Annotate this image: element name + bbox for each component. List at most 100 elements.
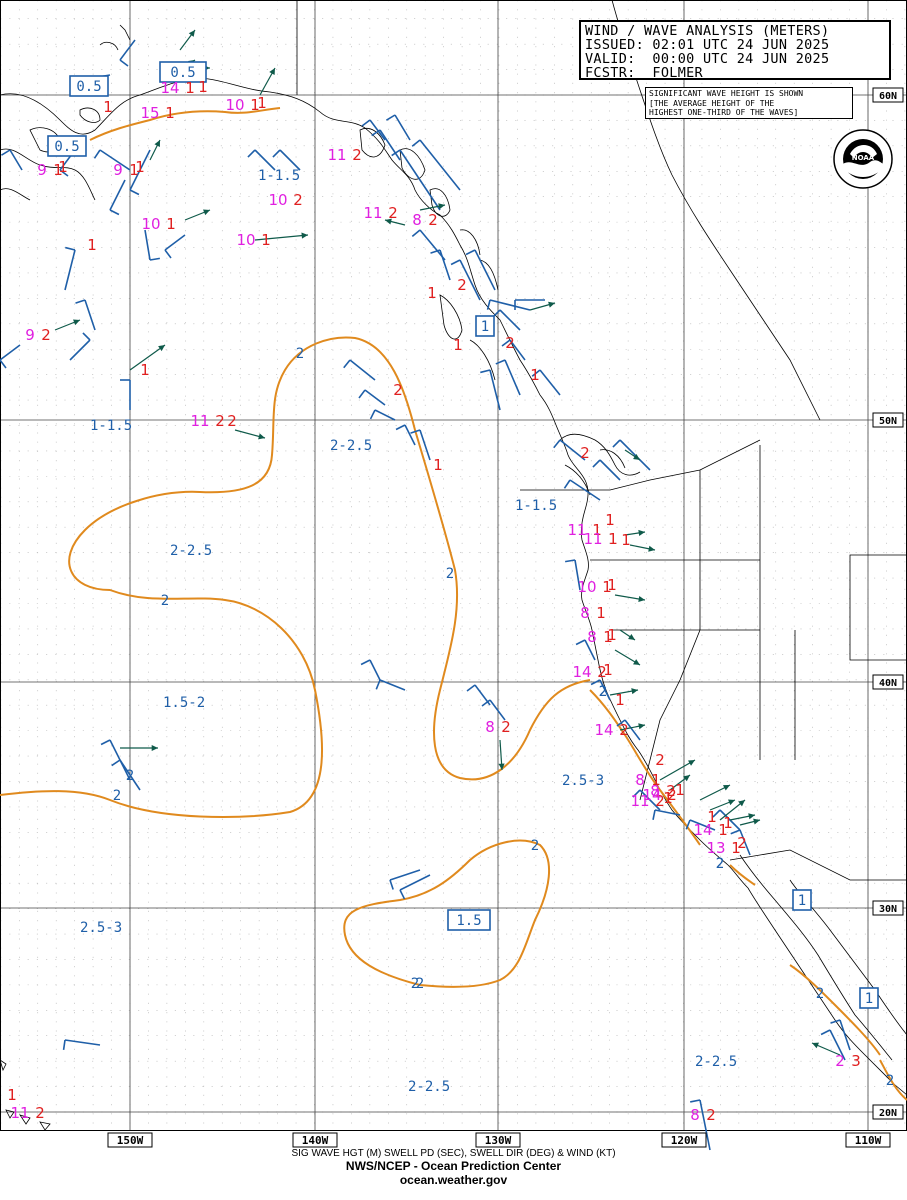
wave-height: 2 bbox=[393, 381, 403, 399]
lon-label-140W: 140W bbox=[292, 1132, 338, 1148]
issued-time: ISSUED: 02:01 UTC 24 JUN 2025 bbox=[585, 37, 830, 53]
swell-height: 2 bbox=[428, 211, 438, 229]
swell-period: 10 bbox=[236, 231, 255, 249]
wave-height: 1 bbox=[198, 78, 208, 96]
range-label-r9: 2-2.5 bbox=[695, 1054, 737, 1070]
contour-value: 2 bbox=[296, 346, 304, 362]
wind-barb bbox=[343, 359, 376, 381]
range-label-r5: 1-1.5 bbox=[515, 498, 557, 514]
swell-height: 2 bbox=[352, 146, 362, 164]
swell-arrow bbox=[179, 29, 196, 51]
swell-arrow bbox=[629, 544, 656, 552]
contour-value: 2 bbox=[531, 838, 539, 854]
swell-period: 10 bbox=[141, 215, 160, 233]
svg-text:150W: 150W bbox=[117, 1134, 144, 1147]
wave-height: 1 bbox=[723, 814, 733, 832]
range-label-r4: 2-2.5 bbox=[170, 543, 212, 559]
header-box: WIND / WAVE ANALYSIS (METERS) ISSUED: 02… bbox=[579, 20, 891, 80]
svg-text:30N: 30N bbox=[879, 904, 897, 915]
swell-arrow bbox=[234, 429, 266, 440]
lon-label-120W: 120W bbox=[661, 1132, 707, 1148]
footer: SIG WAVE HGT (M) SWELL PD (SEC), SWELL D… bbox=[0, 1148, 907, 1187]
wind-barb bbox=[75, 299, 96, 331]
swell-height: 1 bbox=[596, 604, 606, 622]
footer-legend: SIG WAVE HGT (M) SWELL PD (SEC), SWELL D… bbox=[291, 1148, 616, 1159]
swell-period: 11 bbox=[363, 204, 382, 222]
wave-height: 1 bbox=[427, 284, 437, 302]
chart-page: 0.5 0.5 0.5 1 1.5 1 1 1-1.5 1-1.5 2-2.5 2-2.5 1-1.5… bbox=[0, 0, 907, 1200]
wave-height: 1 bbox=[607, 576, 617, 594]
swell-period: 14 bbox=[160, 79, 179, 97]
wave-height: 2 bbox=[227, 412, 237, 430]
wave-height: 2 bbox=[505, 334, 515, 352]
wind-barb bbox=[119, 39, 136, 67]
svg-text:1: 1 bbox=[798, 893, 806, 909]
boxed-height-box-1-baja: 1 bbox=[792, 889, 812, 911]
wind-barb bbox=[492, 309, 521, 331]
wind-barb bbox=[369, 409, 396, 421]
svg-text:40N: 40N bbox=[879, 678, 897, 689]
wind-barb bbox=[592, 459, 621, 481]
wind-barb bbox=[360, 659, 381, 681]
wind-barb bbox=[64, 246, 76, 291]
swell-arrow bbox=[184, 209, 211, 221]
wave-height: 1 bbox=[140, 361, 150, 379]
swell-height: 2 bbox=[35, 1104, 45, 1122]
swell-period: 14 bbox=[594, 721, 613, 739]
wave-height: 1 bbox=[707, 808, 717, 826]
contour-value: 2 bbox=[161, 593, 169, 609]
lon-label-110W: 110W bbox=[845, 1132, 891, 1148]
swell-arrow bbox=[739, 818, 761, 826]
lat-label-40N: 40N bbox=[872, 674, 904, 690]
contour-value: 2 bbox=[816, 986, 824, 1002]
wave-height-note: SIGNIFICANT WAVE HEIGHT IS SHOWN [THE AV… bbox=[645, 87, 853, 119]
boxed-height-box-1-bc: 1 bbox=[475, 315, 495, 337]
noaa-logo-text: NOAA bbox=[852, 154, 875, 162]
boxed-height-box-1.5: 1.5 bbox=[447, 909, 491, 931]
svg-text:140W: 140W bbox=[302, 1134, 329, 1147]
wind-barb bbox=[481, 699, 506, 721]
swell-period: 9 bbox=[37, 161, 47, 179]
swell-height: 2 bbox=[501, 718, 511, 736]
contour-value: 2 bbox=[446, 566, 454, 582]
swell-arrow bbox=[149, 139, 161, 161]
swell-arrow bbox=[614, 649, 641, 666]
wave-height: 1 bbox=[58, 158, 68, 176]
swell-arrow bbox=[529, 301, 556, 311]
swell-height: 1 bbox=[165, 104, 175, 122]
svg-text:0.5: 0.5 bbox=[76, 79, 101, 95]
swell-height: 1 bbox=[261, 231, 271, 249]
swell-arrow bbox=[120, 744, 158, 752]
noaa-logo-icon: NOAA bbox=[833, 129, 893, 189]
swell-arrow bbox=[54, 319, 81, 331]
wind-barb bbox=[93, 149, 131, 171]
wave-height: 1 bbox=[257, 94, 267, 112]
wave-contours bbox=[0, 107, 907, 1101]
swell-period: 9 bbox=[113, 161, 123, 179]
wave-height: 1 bbox=[603, 661, 613, 679]
wind-barb bbox=[120, 379, 131, 410]
swell-height: 3 bbox=[851, 1052, 861, 1070]
wind-barb bbox=[389, 869, 421, 890]
note-line-3: HIGHEST ONE-THIRD OF THE WAVES] bbox=[649, 108, 799, 117]
wind-barb bbox=[399, 874, 431, 900]
wave-height: 1 bbox=[7, 1086, 17, 1104]
range-label-r6: 1.5-2 bbox=[163, 695, 205, 711]
swell-period: 15 bbox=[140, 104, 159, 122]
swell-height: 1 bbox=[608, 530, 618, 548]
swell-period: 10 bbox=[577, 578, 596, 596]
wave-height: 2 bbox=[655, 751, 665, 769]
svg-text:110W: 110W bbox=[855, 1134, 882, 1147]
wave-height: 2 bbox=[737, 834, 747, 852]
swell-period: 8 bbox=[485, 718, 495, 736]
swell-period: 11 bbox=[583, 530, 602, 548]
footer-url: ocean.weather.gov bbox=[399, 1173, 508, 1187]
wind-barb bbox=[495, 359, 521, 396]
wind-barb bbox=[144, 229, 160, 261]
wind-barb bbox=[386, 114, 411, 141]
swell-height: 2 bbox=[706, 1106, 716, 1124]
wave-height: 1 bbox=[87, 236, 97, 254]
wind-barb bbox=[411, 139, 461, 191]
wave-height: 1 bbox=[615, 691, 625, 709]
wind-barb bbox=[411, 229, 446, 261]
